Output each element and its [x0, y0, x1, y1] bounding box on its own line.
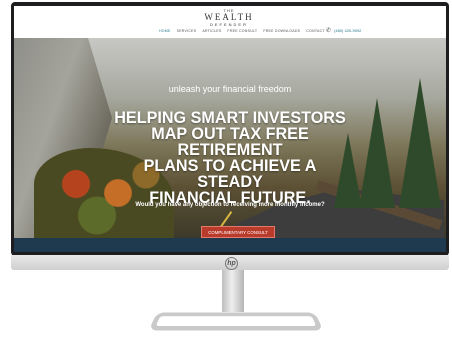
- main-nav: HOME SERVICES ARTICLES FREE CONSULT FREE…: [159, 29, 325, 33]
- nav-contact[interactable]: CONTACT: [306, 29, 325, 33]
- brand-logo[interactable]: THE WEALTH DEFENDER: [194, 8, 264, 27]
- pine-tree: [359, 98, 395, 208]
- monitor-screen: THE WEALTH DEFENDER HOME SERVICES ARTICL…: [14, 6, 446, 252]
- pine-tree: [399, 78, 441, 208]
- headline-line: HELPING SMART INVESTORS: [114, 109, 346, 127]
- hero-section: unleash your financial freedom HELPING S…: [14, 38, 446, 238]
- monitor-stand-neck: [222, 270, 244, 312]
- phone-link[interactable]: ✆ (480) 420-9092: [326, 27, 361, 34]
- monitor-stand-base: [148, 312, 324, 331]
- hero-question: Would you have any objection to receivin…: [135, 202, 325, 208]
- nav-home[interactable]: HOME: [159, 29, 171, 33]
- nav-articles[interactable]: ARTICLES: [202, 29, 221, 33]
- site-header: THE WEALTH DEFENDER HOME SERVICES ARTICL…: [14, 6, 446, 38]
- headline-line: MAP OUT TAX FREE RETIREMENT: [151, 125, 309, 159]
- brand-name: WEALTH: [204, 12, 254, 22]
- phone-number: (480) 420-9092: [334, 28, 362, 33]
- hp-logo-icon: hp: [225, 257, 238, 270]
- brand-sub: DEFENDER: [209, 22, 248, 27]
- nav-services[interactable]: SERVICES: [177, 29, 197, 33]
- complimentary-consult-button[interactable]: COMPLIMENTARY CONSULT: [201, 226, 275, 238]
- headline-line: PLANS TO ACHIEVE A STEADY: [143, 157, 317, 191]
- nav-free-downloads[interactable]: FREE DOWNLOADS: [263, 29, 300, 33]
- hero-tagline: unleash your financial freedom: [168, 84, 292, 94]
- footer-band: [14, 238, 446, 252]
- hero-headline: HELPING SMART INVESTORS MAP OUT TAX FREE…: [112, 109, 347, 207]
- phone-icon: ✆: [326, 28, 332, 34]
- nav-free-consult[interactable]: FREE CONSULT: [227, 29, 257, 33]
